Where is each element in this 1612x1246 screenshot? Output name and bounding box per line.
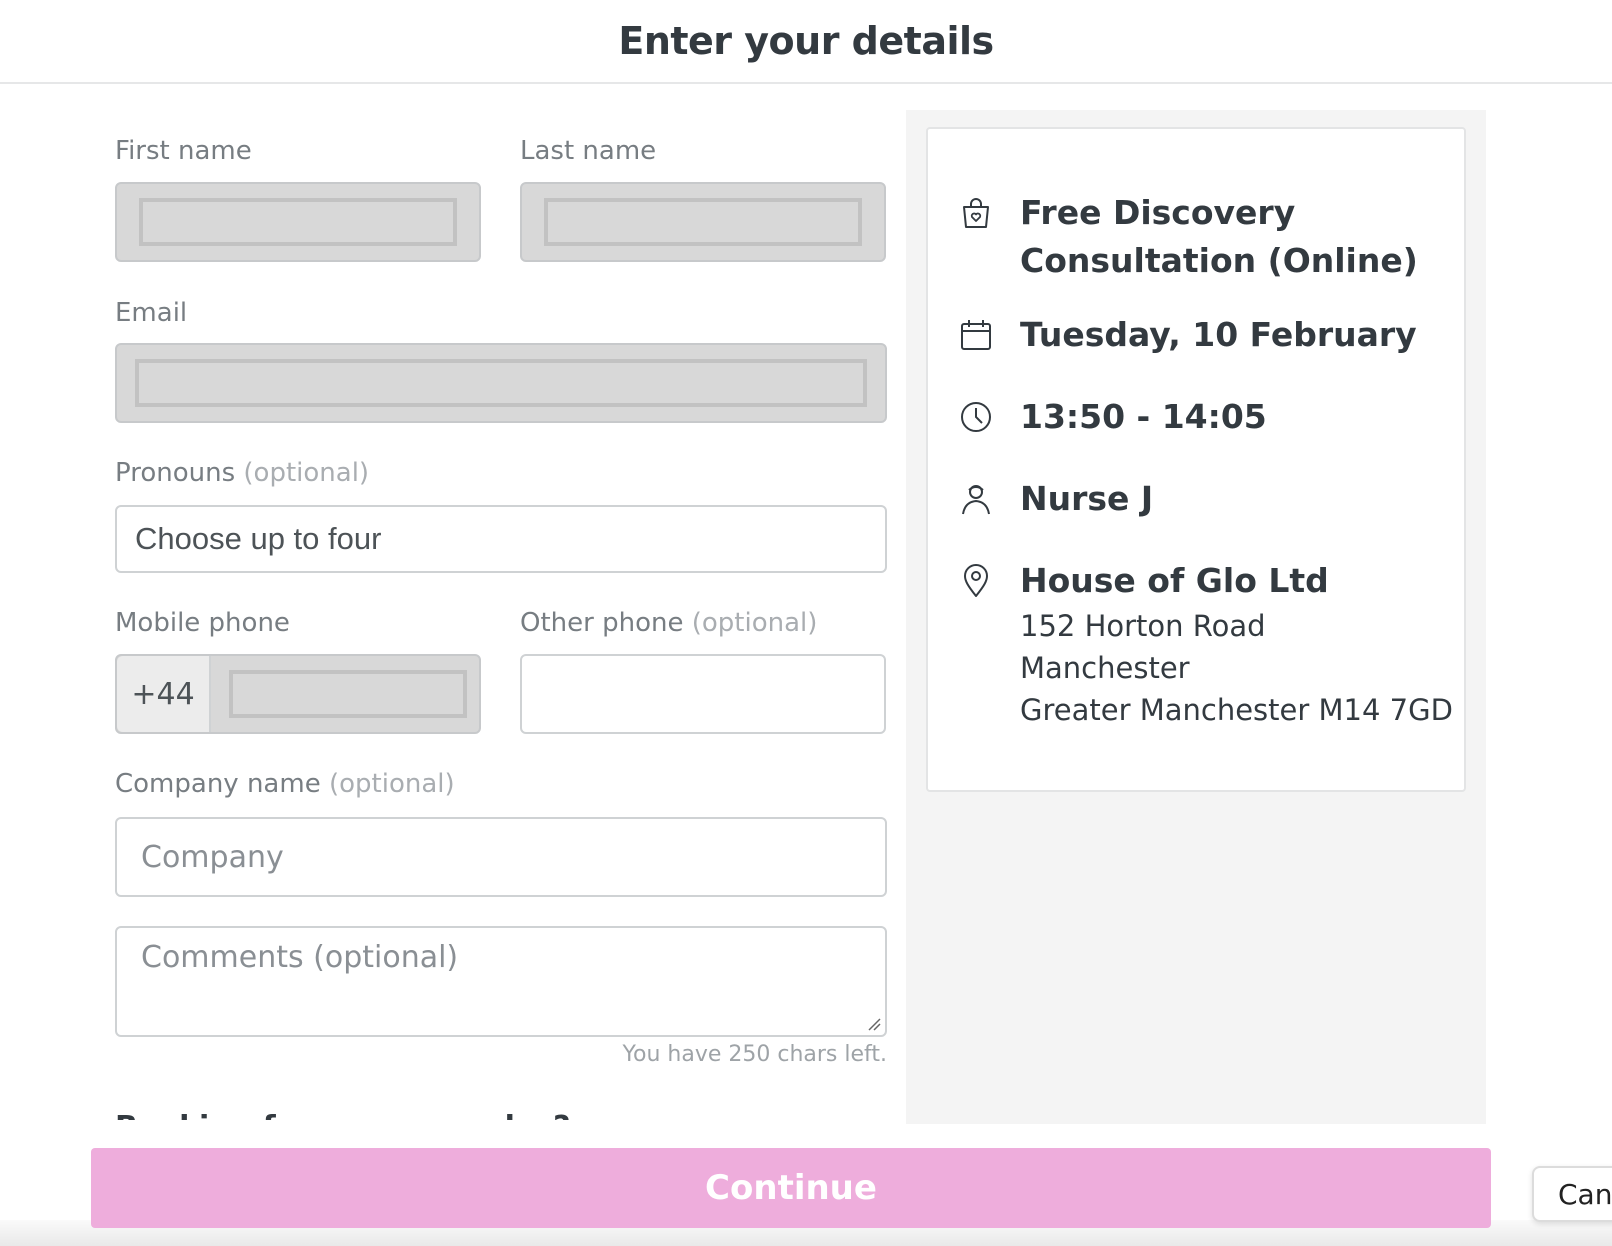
company-name-label-text: Company name — [115, 769, 321, 799]
country-code-prefix[interactable]: +44 — [117, 656, 211, 732]
comments-placeholder: Comments (optional) — [141, 940, 459, 975]
optional-tag: (optional) — [243, 458, 370, 488]
resize-handle-icon[interactable] — [867, 1017, 881, 1031]
first-name-label: First name — [115, 136, 252, 166]
address-line-2: Manchester — [1020, 651, 1190, 685]
service-name-line-2: Consultation (Online) — [1020, 241, 1418, 280]
cancel-button[interactable]: Cancel — [1532, 1166, 1612, 1222]
company-placeholder: Company — [141, 839, 284, 875]
other-phone-label: Other phone (optional) — [520, 608, 817, 638]
continue-button[interactable]: Continue — [91, 1148, 1491, 1228]
other-phone-label-text: Other phone — [520, 608, 684, 638]
appointment-date: Tuesday, 10 February — [1020, 315, 1417, 354]
date-row: Tuesday, 10 February — [958, 311, 1417, 359]
service-row: Free Discovery Consultation (Online) — [958, 189, 1418, 285]
page-header: Enter your details — [0, 0, 1612, 84]
last-name-label: Last name — [520, 136, 657, 166]
map-pin-icon — [964, 564, 988, 597]
address-line-1: 152 Horton Road — [1020, 609, 1266, 643]
comments-textarea[interactable]: Comments (optional) — [115, 926, 887, 1037]
service-name: Free Discovery Consultation (Online) — [1020, 189, 1418, 285]
person-icon — [962, 485, 990, 515]
pronouns-select[interactable]: Choose up to four — [115, 505, 887, 573]
location-row: House of Glo Ltd 152 Horton Road Manches… — [958, 557, 1453, 731]
booking-for-someone-else-heading: Booking for someone else? — [115, 1110, 571, 1120]
optional-tag: (optional) — [691, 608, 818, 638]
booking-summary-card: Free Discovery Consultation (Online) Tue… — [926, 127, 1466, 792]
location-details: House of Glo Ltd 152 Horton Road Manches… — [1020, 557, 1453, 731]
first-name-input[interactable] — [115, 182, 481, 262]
email-input[interactable] — [115, 343, 887, 423]
address-line-3: Greater Manchester M14 7GD — [1020, 693, 1453, 727]
optional-tag: (optional) — [328, 769, 455, 799]
mobile-phone-input[interactable]: +44 — [115, 654, 481, 734]
last-name-input[interactable] — [520, 182, 886, 262]
calendar-icon — [961, 320, 991, 350]
staff-name: Nurse J — [1020, 479, 1154, 518]
details-form: First name Last name Email Pronouns (opt… — [115, 120, 887, 1120]
time-row: 13:50 - 14:05 — [958, 393, 1267, 441]
appointment-time: 13:50 - 14:05 — [1020, 397, 1267, 436]
page-title: Enter your details — [618, 19, 994, 63]
location-name: House of Glo Ltd — [1020, 561, 1329, 600]
pronouns-label-text: Pronouns — [115, 458, 236, 488]
chars-left-hint: You have 250 chars left. — [622, 1042, 887, 1067]
pronouns-placeholder: Choose up to four — [135, 521, 382, 556]
staff-row: Nurse J — [958, 475, 1153, 523]
shopping-bag-heart-icon — [963, 198, 989, 228]
booking-summary-panel: Free Discovery Consultation (Online) Tue… — [906, 110, 1486, 1124]
company-input[interactable]: Company — [115, 817, 887, 897]
company-name-label: Company name (optional) — [115, 769, 455, 799]
clock-icon — [961, 402, 991, 432]
pronouns-label: Pronouns (optional) — [115, 458, 369, 488]
email-label: Email — [115, 298, 188, 328]
service-name-line-1: Free Discovery — [1020, 193, 1296, 232]
other-phone-input[interactable] — [520, 654, 886, 734]
mobile-phone-label: Mobile phone — [115, 608, 290, 638]
